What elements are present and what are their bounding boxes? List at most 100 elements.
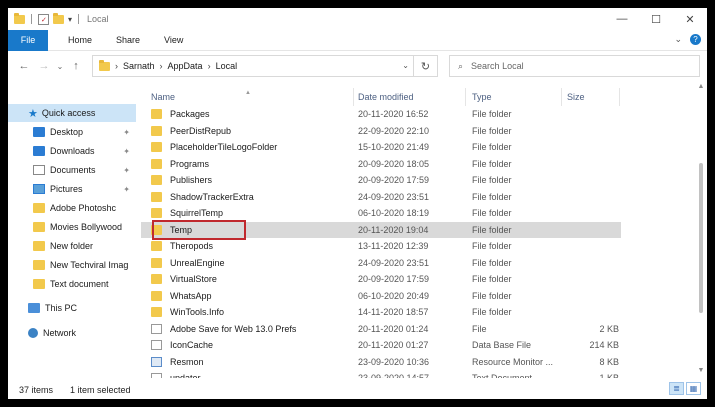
new-folder-icon[interactable] — [53, 12, 64, 24]
column-divider[interactable] — [619, 88, 620, 106]
forward-arrow-icon[interactable]: → — [34, 60, 54, 72]
sidebar-item-desktop[interactable]: Desktop ✦ — [8, 123, 136, 141]
sidebar-item-label: Desktop — [50, 127, 84, 137]
file-name-cell[interactable]: Programs — [151, 158, 209, 169]
back-arrow-icon[interactable]: ← — [14, 60, 34, 72]
breadcrumb-local[interactable]: Local — [216, 61, 238, 71]
sidebar-item-network[interactable]: Network — [8, 324, 136, 342]
file-name-cell[interactable]: UnrealEngine — [151, 257, 225, 268]
minimize-button[interactable]: — — [605, 8, 639, 30]
pin-icon[interactable]: ✦ — [123, 166, 130, 175]
vertical-scrollbar[interactable]: ▲ ▼ — [695, 83, 707, 379]
large-icons-view-icon[interactable]: ▦ — [686, 382, 701, 395]
sidebar-item-documents[interactable]: Documents ✦ — [8, 161, 136, 179]
file-type: File folder — [472, 125, 512, 136]
file-row[interactable]: IconCache 20-11-2020 01:27 Data Base File 2… — [141, 337, 621, 354]
address-bar[interactable]: › Sarnath › AppData › Local ⌄ — [92, 55, 414, 77]
file-name-cell[interactable]: Publishers — [151, 175, 212, 186]
file-row[interactable]: Theropods 13-11-2020 12:39 File folder — [141, 238, 621, 255]
column-type[interactable]: Type — [472, 92, 492, 102]
chevron-right-icon[interactable]: › — [160, 61, 163, 71]
chevron-right-icon[interactable]: › — [208, 61, 211, 71]
column-name[interactable]: Name — [151, 92, 175, 102]
file-name-cell[interactable]: Resmon — [151, 356, 204, 367]
sidebar-item-this-pc[interactable]: This PC — [8, 299, 136, 317]
tab-share[interactable]: Share — [104, 35, 152, 45]
tab-view[interactable]: View — [152, 35, 195, 45]
scrollbar-thumb[interactable] — [699, 163, 703, 313]
file-row[interactable]: Packages 20-11-2020 16:52 File folder — [141, 106, 621, 123]
star-icon: ★ — [28, 107, 38, 120]
sidebar-item-adobe-photoshop[interactable]: Adobe Photoshc — [8, 199, 136, 217]
maximize-button[interactable]: ☐ — [639, 8, 673, 30]
pin-icon[interactable]: ✦ — [123, 128, 130, 137]
file-type: File folder — [472, 109, 512, 120]
file-row[interactable]: PeerDistRepub 22-09-2020 22:10 File folder — [141, 123, 621, 140]
file-row[interactable]: Publishers 20-09-2020 17:59 File folder — [141, 172, 621, 189]
file-row[interactable]: ShadowTrackerExtra 24-09-2020 23:51 File f… — [141, 189, 621, 206]
file-name-cell[interactable]: Packages — [151, 109, 210, 120]
file-name-cell[interactable]: WinTools.Info — [151, 307, 224, 318]
file-row[interactable]: VirtualStore 20-09-2020 17:59 File folder — [141, 271, 621, 288]
tab-home[interactable]: Home — [56, 35, 104, 45]
expand-ribbon-icon[interactable]: ⌄ — [674, 34, 682, 45]
file-row[interactable]: WhatsApp 06-10-2020 20:49 File folder — [141, 288, 621, 305]
sidebar-item-text-document[interactable]: Text document — [8, 275, 136, 293]
file-row[interactable]: updater 23-09-2020 14:57 Text Document 1 KB — [141, 370, 621, 378]
details-view-icon[interactable]: ≣ — [669, 382, 684, 395]
help-icon[interactable]: ? — [690, 34, 701, 45]
file-name-cell[interactable]: updater — [151, 373, 201, 378]
up-arrow-icon[interactable]: ↑ — [66, 60, 86, 72]
file-row[interactable]: Resmon 23-09-2020 10:36 Resource Monitor .… — [141, 354, 621, 371]
chevron-down-icon[interactable]: ⌄ — [402, 61, 409, 70]
file-name-cell[interactable]: ShadowTrackerExtra — [151, 191, 254, 202]
scroll-down-icon[interactable]: ▼ — [695, 367, 707, 379]
file-name-cell[interactable]: WhatsApp — [151, 290, 212, 301]
search-box[interactable]: ⌕ Search Local — [449, 55, 700, 77]
column-divider[interactable] — [465, 88, 466, 106]
tab-file[interactable]: File — [8, 29, 48, 51]
search-input[interactable]: Search Local — [471, 61, 524, 71]
refresh-button[interactable]: ↻ — [414, 55, 438, 77]
file-name-cell[interactable]: PeerDistRepub — [151, 125, 231, 136]
file-name-cell[interactable]: PlaceholderTileLogoFolder — [151, 142, 277, 153]
sidebar-item-downloads[interactable]: Downloads ✦ — [8, 142, 136, 160]
file-row[interactable]: PlaceholderTileLogoFolder 15-10-2020 21:4… — [141, 139, 621, 156]
pin-icon[interactable]: ✦ — [123, 185, 130, 194]
folder-icon — [33, 241, 45, 251]
sidebar-item-movies-bollywood[interactable]: Movies Bollywood — [8, 218, 136, 236]
file-name-cell[interactable]: SquirrelTemp — [151, 208, 223, 219]
chevron-right-icon[interactable]: › — [115, 61, 118, 71]
column-size[interactable]: Size — [567, 92, 585, 102]
breadcrumb-sarnath[interactable]: Sarnath — [123, 61, 155, 71]
column-divider[interactable] — [353, 88, 354, 106]
sidebar-item-quick-access[interactable]: ★ Quick access — [8, 104, 136, 122]
file-row[interactable]: WinTools.Info 14-11-2020 18:57 File folder — [141, 304, 621, 321]
sidebar-item-new-folder[interactable]: New folder — [8, 237, 136, 255]
sidebar-item-pictures[interactable]: Pictures ✦ — [8, 180, 136, 198]
column-date-modified[interactable]: Date modified — [358, 92, 414, 102]
folder-icon — [151, 175, 162, 186]
search-icon: ⌕ — [458, 60, 464, 71]
file-date: 20-09-2020 17:59 — [358, 274, 430, 285]
file-name-cell[interactable]: IconCache — [151, 340, 213, 351]
properties-icon[interactable]: ✓ — [38, 13, 49, 25]
recent-locations-icon[interactable]: ⌄ — [54, 62, 66, 71]
file-date: 24-09-2020 23:51 — [358, 191, 430, 202]
close-button[interactable]: ✕ — [673, 8, 707, 30]
file-name-cell[interactable]: Theropods — [151, 241, 213, 252]
customize-toolbar-icon[interactable]: ▾ — [68, 15, 72, 24]
pictures-icon — [33, 184, 45, 194]
scroll-up-icon[interactable]: ▲ — [695, 83, 707, 95]
folder-icon — [151, 125, 162, 136]
file-row[interactable]: Adobe Save for Web 13.0 Prefs 20-11-2020 … — [141, 321, 621, 338]
column-divider[interactable] — [561, 88, 562, 106]
file-row[interactable]: UnrealEngine 24-09-2020 23:51 File folder — [141, 255, 621, 272]
file-row[interactable]: Programs 20-09-2020 18:05 File folder — [141, 156, 621, 173]
sidebar-item-new-techviral-images[interactable]: New Techviral Imag — [8, 256, 136, 274]
sidebar-item-label: Adobe Photoshc — [50, 203, 117, 213]
file-name-cell[interactable]: Adobe Save for Web 13.0 Prefs — [151, 323, 296, 334]
pin-icon[interactable]: ✦ — [123, 147, 130, 156]
breadcrumb-appdata[interactable]: AppData — [168, 61, 203, 71]
file-name-cell[interactable]: VirtualStore — [151, 274, 217, 285]
